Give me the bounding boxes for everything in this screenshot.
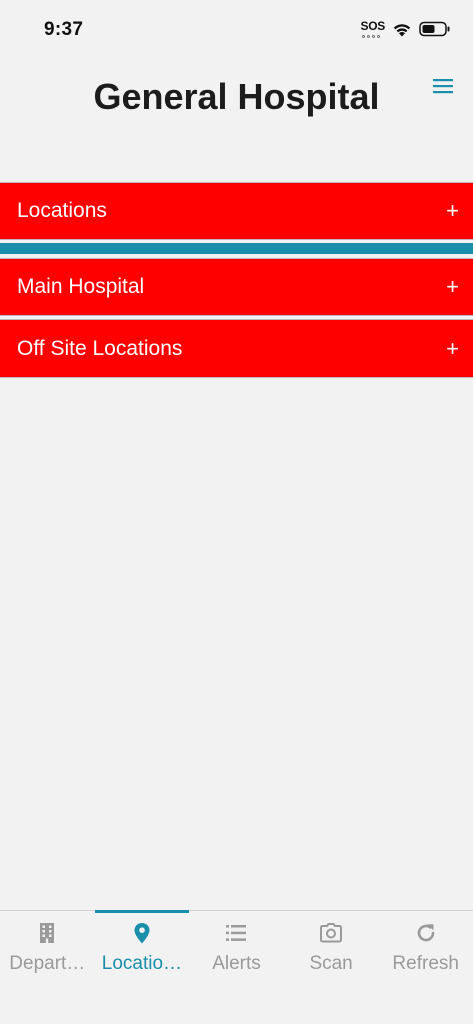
wifi-icon [393,24,411,37]
map-pin-icon [134,923,150,944]
tab-alerts[interactable]: Alerts [189,911,284,981]
tab-locations[interactable]: Locatio… [94,910,190,981]
section-main-hospital[interactable]: Main Hospital + [0,258,473,316]
sos-label: SOS [360,19,386,33]
app-screen: 9:37 SOS General Hospital Locations + Ma… [0,0,473,1024]
sos-signal-dots [361,35,380,38]
section-off-site-locations[interactable]: Off Site Locations + [0,319,473,378]
status-time: 9:37 [44,19,84,40]
tab-label: Depart… [9,953,86,974]
tab-label: Alerts [212,953,261,974]
battery-icon [419,21,450,37]
tab-scan[interactable]: Scan [284,911,379,981]
building-icon [40,923,55,943]
camera-icon [320,923,343,943]
hamburger-menu-icon[interactable] [431,76,455,98]
expand-plus-icon[interactable]: + [446,198,459,224]
section-locations[interactable]: Locations + [0,182,473,240]
tab-departments[interactable]: Depart… [0,911,95,981]
section-divider [0,243,473,254]
expand-plus-icon[interactable]: + [446,274,459,300]
section-label: Locations [17,199,107,222]
tab-label: Refresh [392,953,459,974]
status-bar: 9:37 SOS [0,0,473,56]
section-label: Off Site Locations [17,336,183,360]
tab-bar: Depart… Locatio… Alerts Scan Refresh [0,910,473,1024]
sos-icon: SOS [361,20,385,38]
tab-label: Locatio… [101,953,183,974]
tab-refresh[interactable]: Refresh [378,911,473,981]
tab-label: Scan [309,953,353,974]
section-label: Main Hospital [17,275,145,298]
expand-plus-icon[interactable]: + [446,336,459,362]
status-icons: SOS [361,20,451,38]
refresh-icon [417,924,434,942]
page-title: General Hospital [93,76,380,117]
list-icon [226,925,247,941]
